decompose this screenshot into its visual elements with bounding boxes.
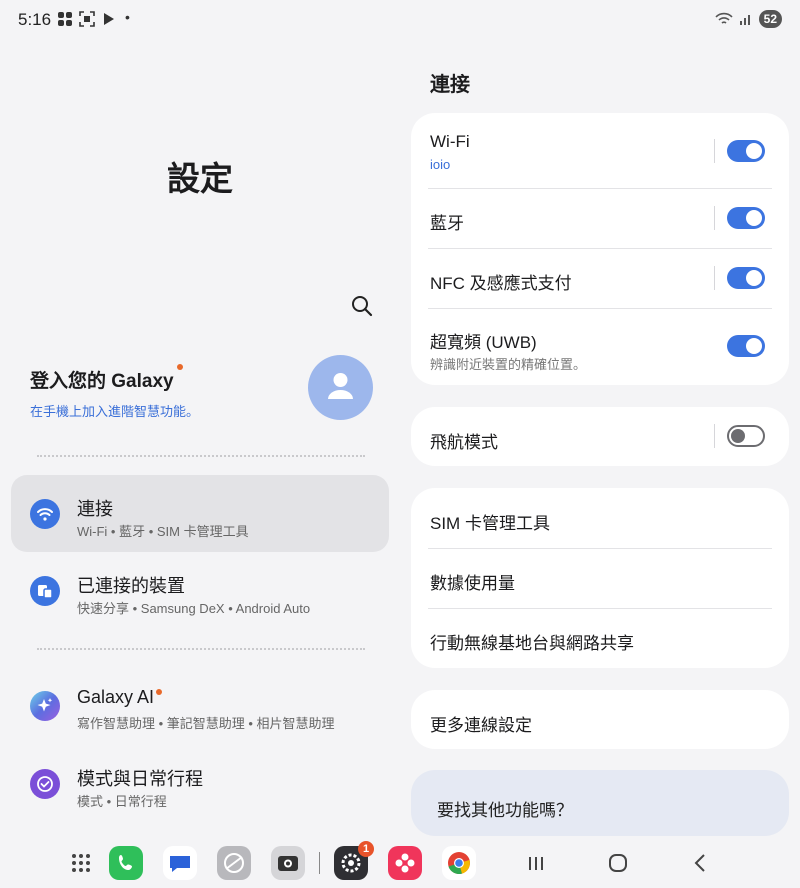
row-title: NFC 及感應式支付: [430, 274, 572, 293]
menu-item-connected-devices[interactable]: 已連接的裝置 快速分享 • Samsung DeX • Android Auto: [11, 552, 389, 629]
app-drawer-icon[interactable]: [64, 846, 98, 880]
more-connection-settings-row[interactable]: 更多連線設定: [411, 690, 789, 749]
avatar[interactable]: [308, 355, 373, 420]
internet-app-icon[interactable]: [217, 846, 251, 880]
menu-item-connections[interactable]: 連接 Wi-Fi • 藍牙 • SIM 卡管理工具: [11, 475, 389, 552]
airplane-card: 飛航模式: [411, 407, 789, 466]
new-indicator-dot: [176, 364, 183, 370]
new-indicator-dot: [156, 689, 163, 695]
search-icon[interactable]: [349, 293, 375, 319]
row-title: Wi-Fi: [430, 132, 470, 151]
status-bar: 5:16 • 52: [0, 0, 800, 40]
wifi-toggle[interactable]: [727, 140, 765, 162]
menu-item-title: 模式與日常行程: [77, 769, 203, 789]
account-signin[interactable]: 登入您的 Galaxy 在手機上加入進階智慧功能。: [30, 364, 200, 420]
row-title: 更多連線設定: [430, 716, 532, 735]
messages-app-icon[interactable]: [163, 846, 197, 880]
recent-apps-button[interactable]: [522, 850, 550, 876]
separator: [714, 424, 715, 448]
phone-app-icon[interactable]: [109, 846, 143, 880]
menu-item-subtitle: Wi-Fi • 藍牙 • SIM 卡管理工具: [77, 524, 249, 539]
menu-item-title: 已連接的裝置: [77, 576, 185, 596]
menu-item-modes-routines[interactable]: 模式與日常行程 模式 • 日常行程: [11, 745, 389, 822]
row-title: 超寬頻 (UWB): [430, 333, 537, 352]
data-usage-row[interactable]: 數據使用量: [411, 549, 789, 608]
uwb-row[interactable]: 超寬頻 (UWB) 辨識附近裝置的精確位置。: [411, 309, 789, 385]
separator: [714, 206, 715, 230]
row-title: 藍牙: [430, 214, 464, 233]
more-settings-card: 更多連線設定: [411, 690, 789, 749]
menu-item-galaxy-ai[interactable]: Galaxy AI 寫作智慧助理 • 筆記智慧助理 • 相片智慧助理: [11, 667, 389, 744]
menu-item-title: 連接: [77, 499, 113, 519]
taskbar-divider: [319, 852, 320, 874]
looking-for-something-card[interactable]: 要找其他功能嗎？: [411, 770, 789, 836]
screenshot-icon: [79, 11, 95, 27]
airplane-toggle[interactable]: [727, 425, 765, 447]
chrome-app-icon[interactable]: [442, 846, 476, 880]
account-subtitle: 在手機上加入進階智慧功能。: [30, 404, 200, 419]
uwb-toggle[interactable]: [727, 335, 765, 357]
devices-icon: [30, 576, 60, 606]
row-title: 飛航模式: [430, 433, 498, 452]
back-button[interactable]: [686, 850, 714, 876]
settings-app-icon[interactable]: 1: [334, 841, 374, 880]
notification-icon: [58, 12, 72, 26]
bluetooth-row[interactable]: 藍牙: [411, 189, 789, 248]
divider: [37, 648, 365, 650]
sparkle-icon: [30, 691, 60, 721]
taskbar: 1: [0, 838, 800, 888]
menu-item-subtitle: 快速分享 • Samsung DeX • Android Auto: [77, 601, 311, 616]
row-title: 數據使用量: [430, 574, 515, 593]
connections-card: Wi-Fi ioio 藍牙 NFC 及感應式支付 超寬頻 (UWB) 辨識附近裝…: [411, 113, 789, 385]
row-title: SIM 卡管理工具: [430, 514, 550, 533]
section-heading: 連接: [430, 74, 470, 96]
separator: [714, 139, 715, 163]
battery-indicator: 52: [758, 10, 782, 28]
account-name: 登入您的 Galaxy: [30, 371, 174, 392]
cell-signal-icon: [739, 15, 750, 25]
bluetooth-toggle[interactable]: [727, 207, 765, 229]
row-subtitle: 辨識附近裝置的精確位置。: [430, 357, 587, 372]
find-more-text: 要找其他功能嗎？: [437, 801, 573, 820]
hotspot-tethering-row[interactable]: 行動無線基地台與網路共享: [411, 609, 789, 668]
notification-badge: 1: [358, 841, 374, 857]
separator: [714, 266, 715, 290]
wifi-network-name: ioio: [430, 157, 451, 172]
menu-item-subtitle: 寫作智慧助理 • 筆記智慧助理 • 相片智慧助理: [77, 716, 335, 731]
network-tools-card: SIM 卡管理工具 數據使用量 行動無線基地台與網路共享: [411, 488, 789, 668]
nfc-toggle[interactable]: [727, 267, 765, 289]
status-time: 5:16: [18, 10, 52, 29]
camera-app-icon[interactable]: [271, 846, 305, 880]
wifi-icon: [30, 499, 60, 529]
row-title: 行動無線基地台與網路共享: [430, 634, 634, 653]
wifi-signal-icon: [715, 12, 733, 24]
more-notifications-dot: •: [125, 9, 130, 25]
wifi-row[interactable]: Wi-Fi ioio: [411, 113, 789, 188]
menu-item-title: Galaxy AI: [77, 687, 155, 707]
airplane-row[interactable]: 飛航模式: [411, 407, 789, 466]
page-title: 設定: [167, 160, 233, 197]
nfc-row[interactable]: NFC 及感應式支付: [411, 249, 789, 308]
gallery-app-icon[interactable]: [388, 846, 422, 880]
sim-manager-row[interactable]: SIM 卡管理工具: [411, 488, 789, 548]
play-store-icon: [104, 13, 114, 25]
person-icon: [328, 373, 353, 399]
modes-icon: [30, 769, 60, 799]
home-button[interactable]: [604, 850, 632, 876]
menu-item-subtitle: 模式 • 日常行程: [77, 794, 167, 809]
divider: [37, 455, 365, 457]
